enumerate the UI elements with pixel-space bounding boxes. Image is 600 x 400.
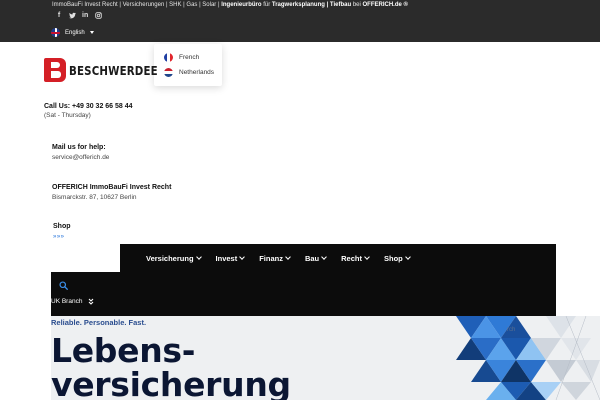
top-bar: ImmoBauFi Invest Recht | Versicherungen …	[0, 0, 600, 42]
facebook-icon[interactable]: f	[56, 12, 62, 19]
nav-item-recht[interactable]: Recht	[341, 253, 370, 263]
company-name: OFFERICH ImmoBauFi Invest Recht	[52, 184, 172, 191]
nav-label: Finanz	[259, 253, 283, 263]
current-language: English	[65, 29, 85, 36]
mail-address[interactable]: service@offerich.de	[52, 154, 109, 161]
nav-item-versicherung[interactable]: Versicherung	[146, 253, 202, 263]
call-us-block: Call Us: +49 30 32 66 58 44 (Sat - Thurs…	[44, 103, 133, 119]
hero-title-line1: Lebens-	[51, 331, 196, 370]
uk-flag-icon	[51, 28, 60, 37]
nav-label: Bau	[304, 253, 320, 263]
nav-item-bau[interactable]: Bau	[304, 253, 327, 263]
topbar-text-structural: Tragwerksplanung | Tiefbau	[271, 2, 352, 8]
nav-label: Versicherung	[146, 253, 194, 263]
double-chevron-down-icon	[89, 298, 94, 305]
nav-item-finanz[interactable]: Finanz	[259, 253, 291, 263]
topbar-text-for: für	[261, 2, 272, 8]
geometric-pattern-image	[456, 316, 600, 400]
main-navigation: Versicherung Invest Finanz Bau Recht Sho…	[120, 244, 556, 272]
mail-block: Mail us for help: service@offerich.de	[52, 144, 109, 161]
language-option-label: French	[179, 54, 200, 61]
hero-title-line2: versicherung	[51, 365, 291, 400]
nav-item-shop[interactable]: Shop	[383, 253, 411, 263]
linkedin-icon[interactable]: in	[82, 12, 88, 19]
instagram-icon[interactable]	[95, 12, 102, 19]
chevron-down-icon	[195, 254, 202, 260]
topbar-text-at: bei	[351, 2, 363, 8]
nav-item-invest[interactable]: Invest	[215, 253, 246, 263]
shop-block: Shop »»»	[53, 223, 71, 240]
social-links: f in	[56, 12, 102, 19]
topbar-text-engineering: Ingenieurbüro	[221, 2, 262, 8]
hero-section: Reliable. Personable. Fast. Lebens- vers…	[51, 316, 600, 400]
shop-label: Shop	[53, 223, 71, 230]
nav-label: Recht	[341, 253, 362, 263]
logo-b-icon	[44, 58, 66, 82]
logo-text: BESCHWERDEE	[69, 62, 158, 78]
language-switcher[interactable]: English	[51, 28, 94, 37]
caret-down-icon	[89, 31, 94, 34]
topbar-text-services: ImmoBauFi Invest Recht | Versicherungen …	[52, 2, 222, 8]
nav-label: Shop	[383, 253, 403, 263]
chevron-down-icon	[321, 254, 327, 260]
company-address: Bismarckstr. 87, 10627 Berlin	[52, 194, 137, 201]
call-us-number[interactable]: Call Us: +49 30 32 66 58 44	[44, 103, 133, 110]
topbar-text-brand: OFFERICH.de ®	[362, 2, 408, 8]
company-block: OFFERICH ImmoBauFi Invest Recht Bismarck…	[52, 184, 171, 201]
chevron-down-icon	[285, 254, 291, 260]
chevron-down-icon	[404, 254, 411, 260]
hero-tagline: Reliable. Personable. Fast.	[51, 318, 147, 327]
chevron-down-icon	[364, 254, 370, 260]
chevron-down-icon	[239, 254, 246, 260]
call-us-hours: (Sat - Thursday)	[44, 112, 91, 119]
search-icon[interactable]	[59, 281, 68, 290]
branch-selector[interactable]: UK Branch	[51, 298, 94, 305]
branch-label: UK Branch	[51, 298, 83, 305]
topbar-tagline: ImmoBauFi Invest Recht | Versicherungen …	[52, 2, 408, 8]
hero-side-text: rch	[507, 327, 516, 333]
mail-label: Mail us for help:	[52, 144, 106, 151]
shop-link[interactable]: »»»	[53, 234, 71, 240]
nav-label: Invest	[215, 253, 238, 263]
hero-title: Lebens- versicherung	[51, 334, 291, 400]
site-logo[interactable]: BESCHWERDEE	[44, 58, 177, 82]
twitter-icon[interactable]	[69, 12, 76, 19]
nav-secondary-bar: UK Branch	[51, 272, 556, 316]
language-option-label: Netherlands	[179, 69, 215, 76]
